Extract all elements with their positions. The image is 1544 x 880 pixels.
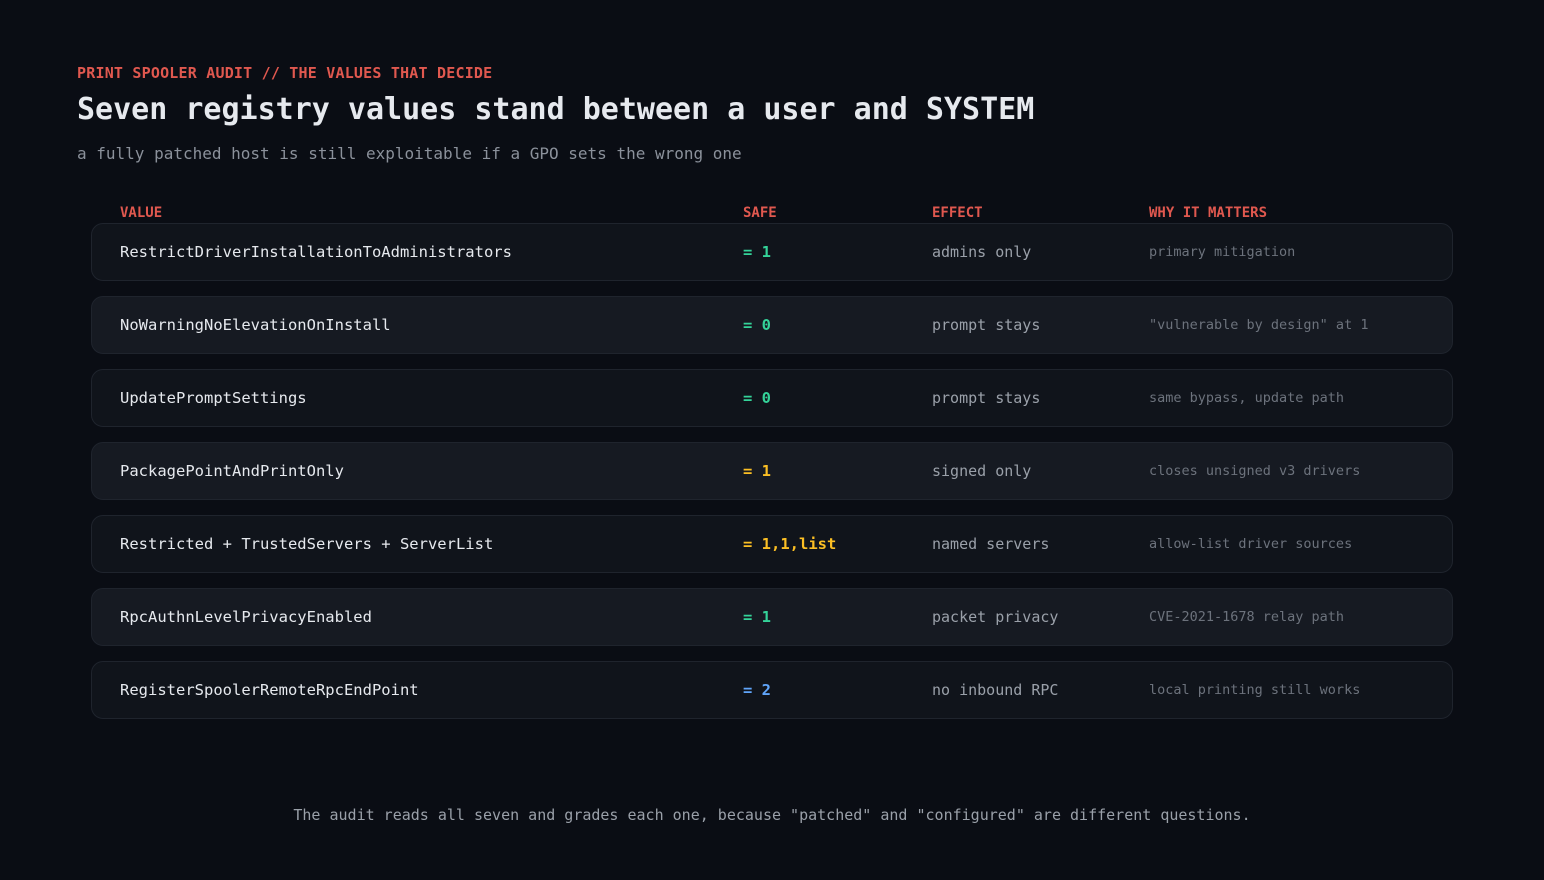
- why-text: local printing still works: [1149, 682, 1361, 698]
- table-row: UpdatePromptSettings = 0 prompt stays sa…: [91, 369, 1453, 427]
- safe-value: = 1: [743, 608, 771, 626]
- table-header: VALUE SAFE EFFECT WHY IT MATTERS: [0, 205, 1544, 223]
- page-subtitle: a fully patched host is still exploitabl…: [77, 144, 742, 163]
- safe-value: = 0: [743, 316, 771, 334]
- why-text: CVE-2021-1678 relay path: [1149, 609, 1345, 625]
- value-name: RpcAuthnLevelPrivacyEnabled: [120, 608, 372, 626]
- value-name: RestrictDriverInstallationToAdministrato…: [120, 243, 512, 261]
- safe-value: = 0: [743, 389, 771, 407]
- effect-text: signed only: [932, 462, 1032, 480]
- effect-text: prompt stays: [932, 316, 1041, 334]
- effect-text: prompt stays: [932, 389, 1041, 407]
- safe-value: = 2: [743, 681, 771, 699]
- value-name: UpdatePromptSettings: [120, 389, 307, 407]
- column-header-effect: EFFECT: [932, 205, 983, 221]
- why-text: closes unsigned v3 drivers: [1149, 463, 1361, 479]
- value-name: NoWarningNoElevationOnInstall: [120, 316, 391, 334]
- safe-value: = 1,1,list: [743, 535, 837, 553]
- effect-text: admins only: [932, 243, 1032, 261]
- value-name: PackagePointAndPrintOnly: [120, 462, 344, 480]
- value-name: Restricted + TrustedServers + ServerList: [120, 535, 494, 553]
- table-row: Restricted + TrustedServers + ServerList…: [91, 515, 1453, 573]
- table-row: NoWarningNoElevationOnInstall = 0 prompt…: [91, 296, 1453, 354]
- effect-text: named servers: [932, 535, 1050, 553]
- why-text: primary mitigation: [1149, 244, 1296, 260]
- safe-value: = 1: [743, 462, 771, 480]
- table-row: RestrictDriverInstallationToAdministrato…: [91, 223, 1453, 281]
- table-row: PackagePointAndPrintOnly = 1 signed only…: [91, 442, 1453, 500]
- footer-note: The audit reads all seven and grades eac…: [293, 806, 1251, 824]
- value-name: RegisterSpoolerRemoteRpcEndPoint: [120, 681, 419, 699]
- page-title: Seven registry values stand between a us…: [77, 92, 1035, 127]
- why-text: allow-list driver sources: [1149, 536, 1353, 552]
- safe-value: = 1: [743, 243, 771, 261]
- table-row: RegisterSpoolerRemoteRpcEndPoint = 2 no …: [91, 661, 1453, 719]
- why-text: same bypass, update path: [1149, 390, 1345, 406]
- effect-text: no inbound RPC: [932, 681, 1059, 699]
- column-header-why: WHY IT MATTERS: [1149, 205, 1268, 221]
- eyebrow-label: PRINT SPOOLER AUDIT // THE VALUES THAT D…: [77, 64, 493, 82]
- registry-table: RestrictDriverInstallationToAdministrato…: [91, 223, 1453, 734]
- table-row: RpcAuthnLevelPrivacyEnabled = 1 packet p…: [91, 588, 1453, 646]
- why-text: "vulnerable by design" at 1: [1149, 317, 1369, 333]
- effect-text: packet privacy: [932, 608, 1059, 626]
- column-header-value: VALUE: [120, 205, 163, 221]
- column-header-safe: SAFE: [743, 205, 777, 221]
